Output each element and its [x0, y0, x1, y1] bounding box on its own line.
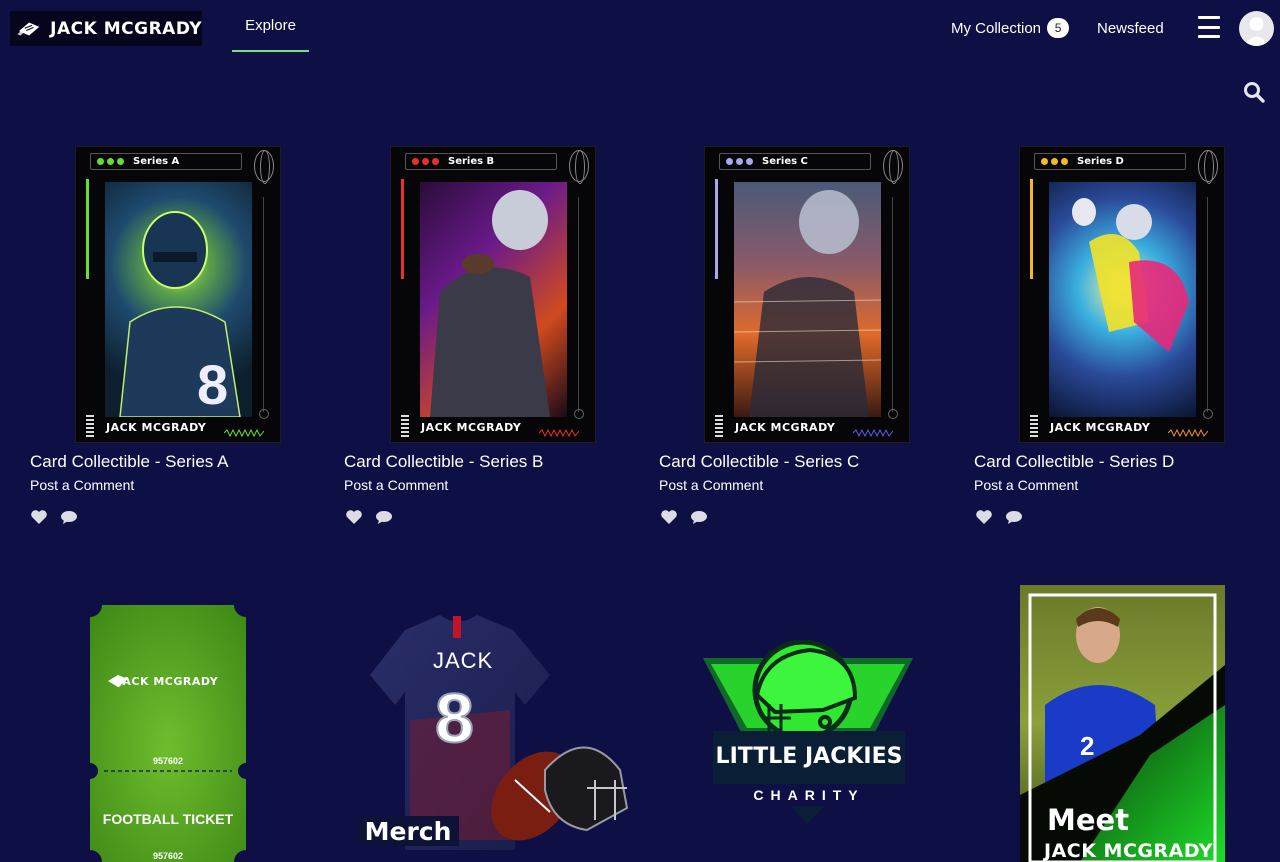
- heart-icon[interactable]: [975, 509, 993, 525]
- jersey-name: JACK: [433, 648, 494, 673]
- globe-icon: [254, 150, 274, 184]
- brand-logo[interactable]: JACK MCGRADY: [10, 11, 202, 46]
- nav-my-collection[interactable]: My Collection 5: [951, 0, 1070, 56]
- card-title[interactable]: Card Collectible - Series B: [344, 452, 543, 472]
- card-player-name: JACK MCGRADY: [1050, 421, 1151, 434]
- svg-text:8: 8: [197, 353, 228, 416]
- card-player-name: JACK MCGRADY: [421, 421, 522, 434]
- card-title[interactable]: Card Collectible - Series A: [30, 452, 228, 472]
- card-player-image: 8: [105, 182, 252, 418]
- card-series-tab: Series C: [719, 153, 871, 170]
- heart-icon[interactable]: [660, 509, 678, 525]
- post-comment-link[interactable]: Post a Comment: [659, 477, 763, 493]
- charity-tile[interactable]: LITTLE JACKIES CHARITY: [695, 640, 920, 830]
- comment-bubble-icon[interactable]: [1005, 510, 1023, 524]
- jersey-number: 8: [434, 678, 475, 758]
- search-icon[interactable]: [1242, 80, 1266, 104]
- ticket-number-stub: 957602: [152, 851, 184, 861]
- avatar[interactable]: [1239, 11, 1274, 46]
- card-player-name: JACK MCGRADY: [106, 421, 207, 434]
- heart-icon[interactable]: [345, 509, 363, 525]
- comment-bubble-icon[interactable]: [690, 510, 708, 524]
- collectible-card-series-c[interactable]: Series C JACK MCGRADY: [704, 146, 910, 443]
- post-comment-link[interactable]: Post a Comment: [30, 477, 134, 493]
- merch-label: Merch: [357, 816, 459, 846]
- svg-text:2: 2: [1080, 731, 1094, 761]
- football-card-logo-icon: [17, 21, 40, 36]
- collection-count-badge: 5: [1047, 18, 1070, 38]
- football-ticket-tile[interactable]: JACK MCGRADY 957602 FOOTBALL TICKET 9576…: [90, 605, 246, 862]
- ticket-label: FOOTBALL TICKET: [102, 811, 234, 827]
- menu-icon[interactable]: [1198, 16, 1220, 38]
- collectible-card-series-a[interactable]: Series A 8 JACK MCGRADY: [75, 146, 281, 443]
- comment-bubble-icon[interactable]: [60, 510, 78, 524]
- card-title[interactable]: Card Collectible - Series C: [659, 452, 859, 472]
- card-player-image: [733, 182, 882, 417]
- meet-player-tile[interactable]: 2 Meet JACK MCGRADY: [1020, 585, 1225, 862]
- meet-subtitle: JACK MCGRADY: [1044, 840, 1213, 862]
- card-series-tab: Series D: [1034, 153, 1186, 170]
- card-player-image: [1049, 182, 1196, 417]
- card-title[interactable]: Card Collectible - Series D: [974, 452, 1174, 472]
- merch-tile[interactable]: JACK 8 Merch: [355, 600, 635, 862]
- nav-newsfeed[interactable]: Newsfeed: [1097, 0, 1164, 56]
- globe-icon: [1198, 150, 1218, 184]
- charity-title: LITTLE JACKIES: [715, 744, 903, 769]
- post-comment-link[interactable]: Post a Comment: [974, 477, 1078, 493]
- card-player-name: JACK MCGRADY: [735, 421, 836, 434]
- user-avatar-icon: [1244, 17, 1269, 46]
- ticket-number: 957602: [152, 756, 184, 766]
- my-collection-label: My Collection: [951, 19, 1042, 37]
- heart-icon[interactable]: [30, 509, 48, 525]
- meet-title: Meet: [1047, 803, 1130, 837]
- post-comment-link[interactable]: Post a Comment: [344, 477, 448, 493]
- card-series-tab: Series B: [405, 153, 557, 170]
- card-series-tab: Series A: [90, 153, 242, 170]
- collectible-card-series-d[interactable]: Series D JACK MCGRADY: [1019, 146, 1225, 443]
- ticket-brand: JACK MCGRADY: [117, 675, 219, 688]
- comment-bubble-icon[interactable]: [375, 510, 393, 524]
- brand-name: JACK MCGRADY: [50, 18, 202, 39]
- globe-icon: [883, 150, 903, 184]
- card-player-image: [420, 182, 567, 417]
- charity-subtitle: CHARITY: [753, 787, 865, 803]
- collectible-card-series-b[interactable]: Series B JACK MCGRADY: [390, 146, 596, 443]
- globe-icon: [569, 150, 589, 184]
- nav-explore-tab[interactable]: Explore: [232, 0, 309, 52]
